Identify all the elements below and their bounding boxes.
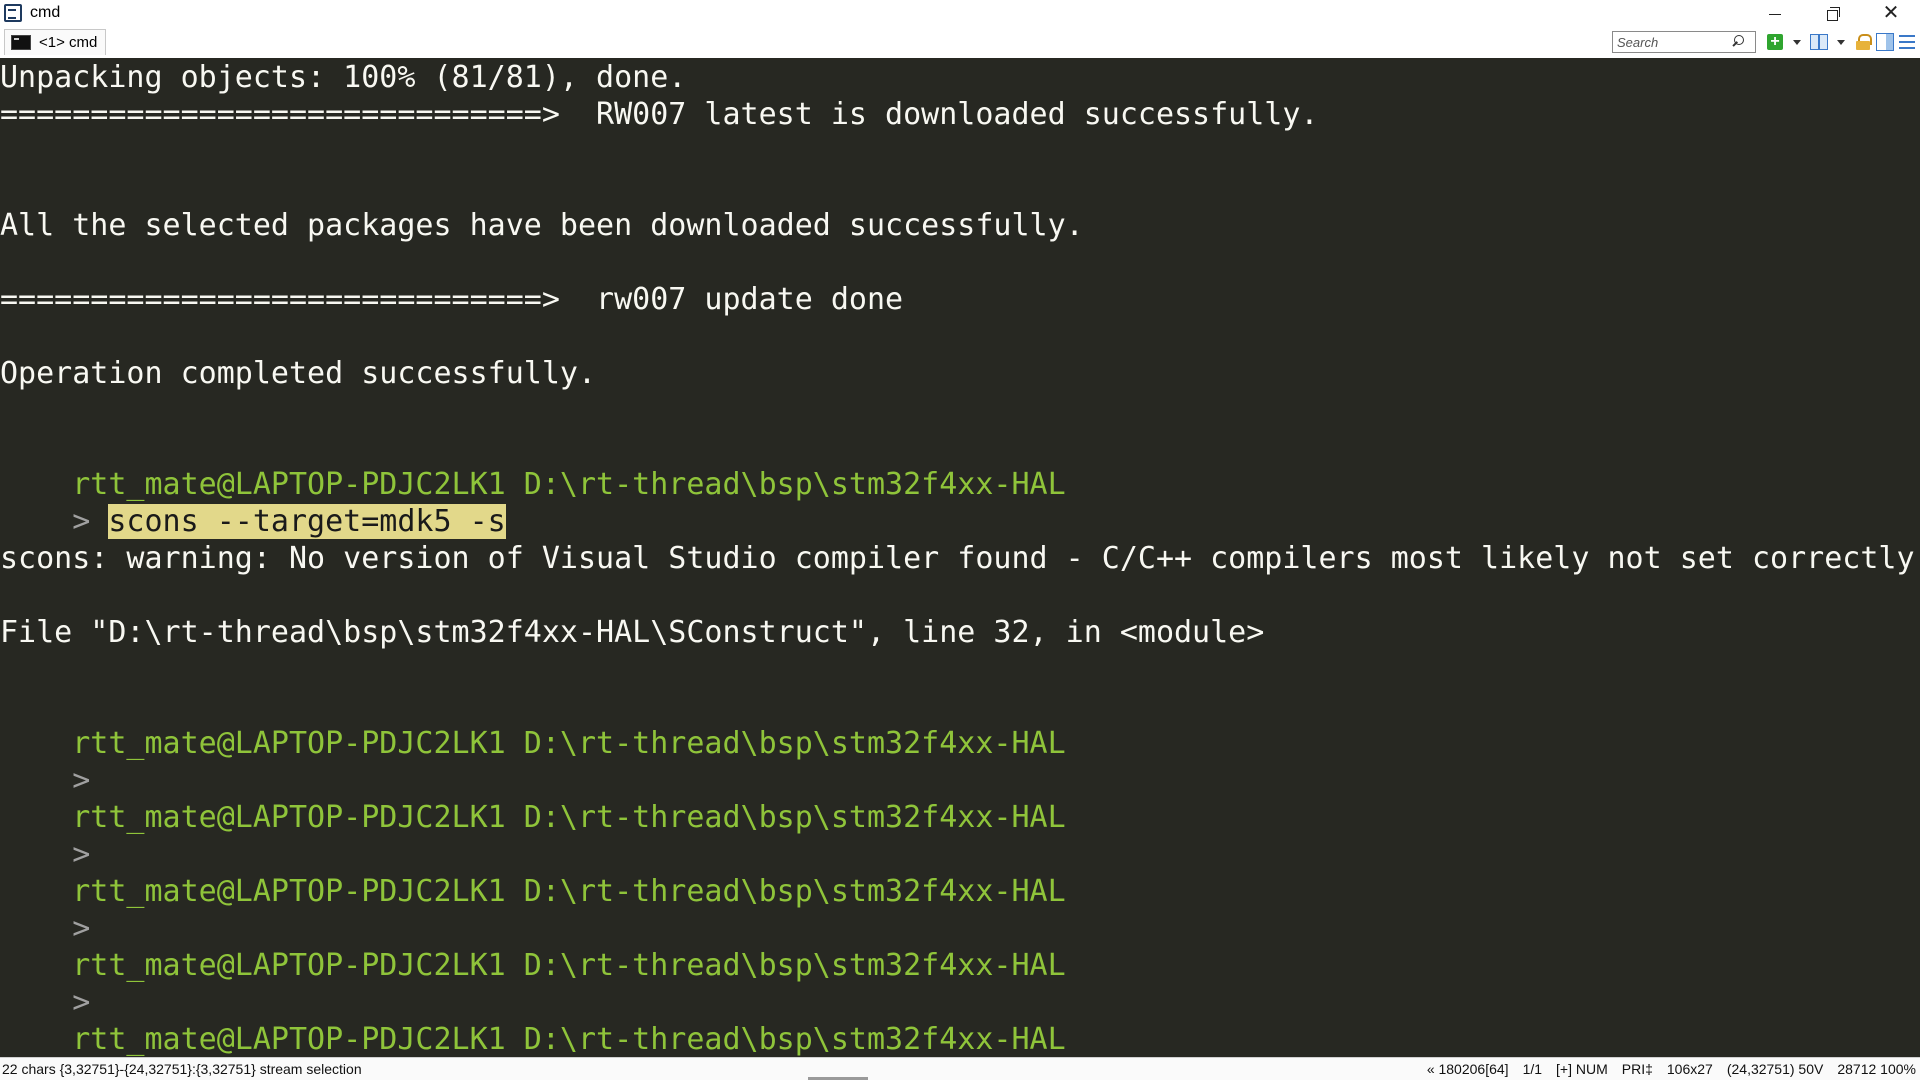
hamburger-menu-icon xyxy=(1899,35,1915,49)
panes-icon xyxy=(1810,34,1828,50)
prompt-path: D:\rt-thread\bsp\stm32f4xx-HAL xyxy=(523,800,1066,835)
window-controls: ✕ xyxy=(1746,0,1920,26)
caret-line: > xyxy=(0,947,90,1020)
prompt-line: rtt_mate@LAPTOP-PDJC2LK1 D:\rt-thread\bs… xyxy=(0,910,1065,983)
prompt-line: rtt_mate@LAPTOP-PDJC2LK1 D:\rt-thread\bs… xyxy=(0,762,1065,835)
close-button[interactable]: ✕ xyxy=(1862,0,1920,26)
prompt-line: rtt_mate@LAPTOP-PDJC2LK1 D:\rt-thread\bs… xyxy=(0,836,1065,909)
status-modes[interactable]: [+] NUM xyxy=(1556,1061,1608,1077)
search-box[interactable] xyxy=(1612,31,1756,53)
tab-label: <1> cmd xyxy=(39,34,98,51)
chevron-down-icon xyxy=(1793,39,1801,45)
layout-icon xyxy=(1876,33,1894,51)
prompt-user: rtt_mate@LAPTOP-PDJC2LK1 xyxy=(72,874,506,909)
command-line: > scons --target=mdk5 -s xyxy=(0,466,506,539)
search-icon[interactable] xyxy=(1729,34,1745,50)
chevron-down-icon xyxy=(1837,39,1845,45)
plus-icon: + xyxy=(1767,34,1783,50)
prompt-line: rtt_mate@LAPTOP-PDJC2LK1 D:\rt-thread\bs… xyxy=(0,688,1065,761)
restore-button[interactable] xyxy=(1804,0,1862,26)
output-line: ==============================> rw007 up… xyxy=(0,282,904,317)
output-line: ==============================> RW007 la… xyxy=(0,97,1319,132)
menu-button[interactable] xyxy=(1898,33,1916,51)
caret-line: > xyxy=(0,873,90,946)
prompt-path: D:\rt-thread\bsp\stm32f4xx-HAL xyxy=(523,948,1066,983)
caret-line: > xyxy=(0,799,90,872)
prompt-line: rtt_mate@LAPTOP-PDJC2LK1 D:\rt-thread\bs… xyxy=(0,984,1065,1057)
minimize-icon xyxy=(1769,13,1781,15)
new-console-dropdown[interactable] xyxy=(1788,33,1806,51)
toolbar: + xyxy=(1612,29,1916,55)
prompt-line: rtt_mate@LAPTOP-PDJC2LK1 D:\rt-thread\bs… xyxy=(0,429,1065,502)
lock-icon xyxy=(1856,34,1872,50)
prompt-path: D:\rt-thread\bsp\stm32f4xx-HAL xyxy=(523,1022,1066,1057)
status-console-size[interactable]: 106x27 xyxy=(1667,1061,1713,1077)
minimize-button[interactable] xyxy=(1746,0,1804,26)
prompt-user: rtt_mate@LAPTOP-PDJC2LK1 xyxy=(72,948,506,983)
prompt-caret: > xyxy=(72,504,91,539)
status-tab-position[interactable]: 1/1 xyxy=(1523,1061,1542,1077)
prompt-path: D:\rt-thread\bsp\stm32f4xx-HAL xyxy=(523,874,1066,909)
prompt-user: rtt_mate@LAPTOP-PDJC2LK1 xyxy=(72,726,506,761)
title-bar: cmd ✕ xyxy=(0,0,1920,26)
status-priority[interactable]: PRI‡ xyxy=(1622,1061,1653,1077)
window-title: cmd xyxy=(30,4,61,21)
prompt-user: rtt_mate@LAPTOP-PDJC2LK1 xyxy=(72,1022,506,1057)
console-output[interactable]: Unpacking objects: 100% (81/81), done. =… xyxy=(0,58,1920,1057)
prompt-path: D:\rt-thread\bsp\stm32f4xx-HAL xyxy=(523,467,1066,502)
status-pid-zoom[interactable]: 28712 100% xyxy=(1837,1061,1916,1077)
tab-bar: <1> cmd + xyxy=(0,26,1920,58)
panes-button[interactable] xyxy=(1810,33,1828,51)
output-line: All the selected packages have been down… xyxy=(0,208,1084,243)
panes-dropdown[interactable] xyxy=(1832,33,1850,51)
status-bar: 22 chars {3,32751}-{24,32751}:{3,32751} … xyxy=(0,1057,1920,1080)
console-icon xyxy=(11,35,31,50)
selected-command-text[interactable]: scons --target=mdk5 -s xyxy=(108,504,506,539)
caret-line: > xyxy=(0,725,90,798)
new-console-button[interactable]: + xyxy=(1766,33,1784,51)
layout-button[interactable] xyxy=(1876,33,1894,51)
file-line: File "D:\rt-thread\bsp\stm32f4xx-HAL\SCo… xyxy=(0,615,1265,650)
status-cursor[interactable]: (24,32751) 50V xyxy=(1727,1061,1824,1077)
close-icon: ✕ xyxy=(1882,2,1900,24)
status-encoding[interactable]: « 180206[64] xyxy=(1427,1061,1509,1077)
search-input[interactable] xyxy=(1617,34,1729,50)
prompt-user: rtt_mate@LAPTOP-PDJC2LK1 xyxy=(72,800,506,835)
console-tab[interactable]: <1> cmd xyxy=(4,29,107,55)
prompt-path: D:\rt-thread\bsp\stm32f4xx-HAL xyxy=(523,726,1066,761)
restore-icon xyxy=(1826,6,1840,21)
conemu-app-icon[interactable] xyxy=(4,4,22,22)
selection-status: 22 chars {3,32751}-{24,32751}:{3,32751} … xyxy=(2,1061,362,1077)
caret-line: > xyxy=(0,1021,90,1057)
output-line: Unpacking objects: 100% (81/81), done. xyxy=(0,60,687,95)
status-fields: « 180206[64] 1/1 [+] NUM PRI‡ 106x27 (24… xyxy=(1427,1061,1916,1077)
lock-button[interactable] xyxy=(1854,33,1872,51)
warning-line: scons: warning: No version of Visual Stu… xyxy=(0,541,1915,576)
output-line: Operation completed successfully. xyxy=(0,356,597,391)
